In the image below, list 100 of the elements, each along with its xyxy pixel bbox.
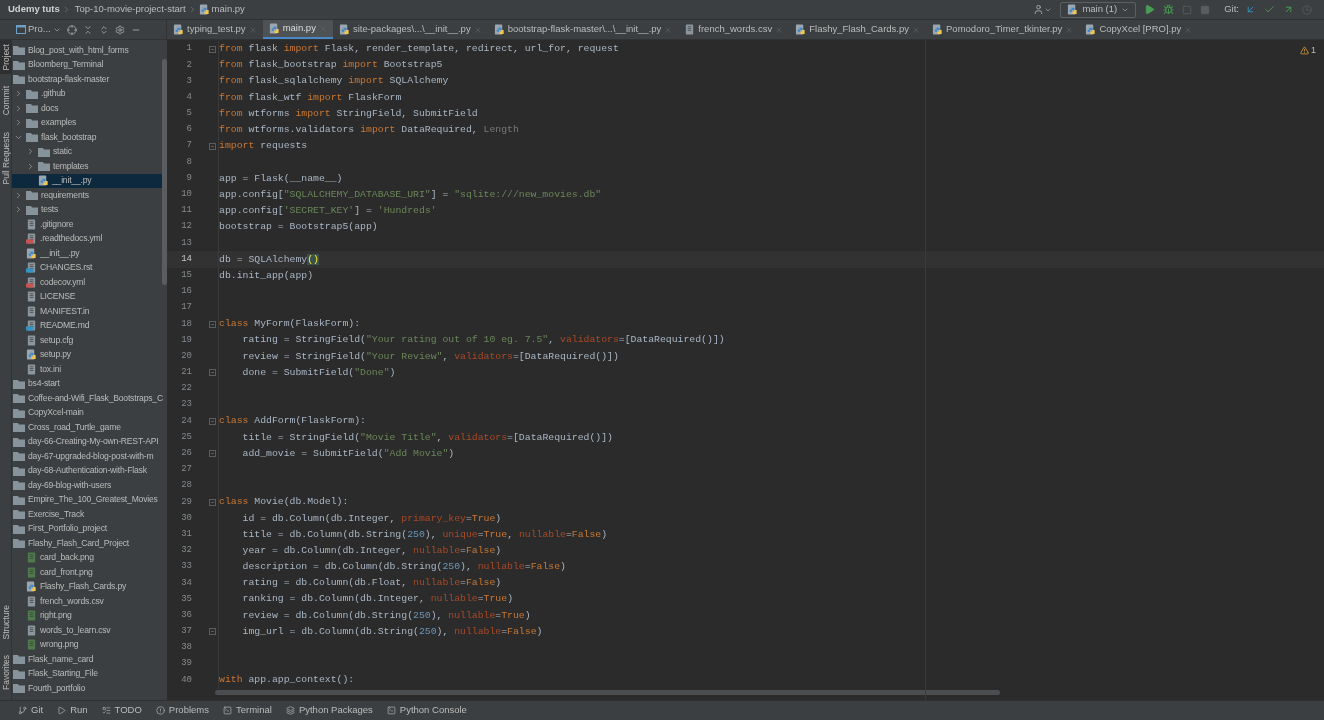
fold-marker-icon[interactable] xyxy=(209,320,216,328)
editor-tab[interactable]: Flashy_Flash_Cards.py xyxy=(789,20,927,39)
tree-item[interactable]: tox.ini xyxy=(12,362,162,377)
tool-window-button[interactable]: Python Console xyxy=(386,703,467,718)
tool-window-tab[interactable]: Structure xyxy=(0,600,12,644)
tree-item[interactable]: day-68-Authentication-with-Flask xyxy=(12,463,162,478)
run-configuration-dropdown[interactable]: main (1) xyxy=(1060,1,1137,18)
fold-marker-icon[interactable] xyxy=(209,369,216,377)
tree-item[interactable]: __init__.py xyxy=(12,246,162,261)
push-arrow-icon[interactable] xyxy=(1283,4,1294,15)
horizontal-scrollbar-thumb[interactable] xyxy=(215,689,1000,695)
tree-item[interactable]: french_words.csv xyxy=(12,594,162,609)
tree-item[interactable]: words_to_learn.csv xyxy=(12,623,162,638)
user-icon[interactable] xyxy=(1033,4,1045,15)
breadcrumb[interactable]: Top-10-movie-project-start xyxy=(74,2,186,17)
tree-item[interactable]: right.png xyxy=(12,608,162,623)
tool-window-button[interactable]: Run xyxy=(57,703,88,718)
editor-tab[interactable]: CopyXcel [PRO].py xyxy=(1079,20,1199,39)
warning-count[interactable]: 1 xyxy=(1311,44,1316,58)
tree-item[interactable]: tests xyxy=(12,202,162,217)
git-label: Git: xyxy=(1224,2,1239,17)
tree-item[interactable]: day-69-blog-with-users xyxy=(12,478,162,493)
tree-item[interactable]: Flashy_Flash_Card_Project xyxy=(12,536,162,551)
collapse-all-icon[interactable] xyxy=(82,24,93,35)
tree-item[interactable]: card_back.png xyxy=(12,550,162,565)
editor-tab[interactable]: Pomodoro_Timer_tkinter.py xyxy=(926,20,1080,39)
tool-window-button[interactable]: Python Packages xyxy=(285,703,373,718)
folder-icon xyxy=(13,668,25,679)
tree-item[interactable]: Coffee-and-Wifi_Flask_Bootstraps_C xyxy=(12,391,162,406)
tree-item[interactable]: README.md xyxy=(12,318,162,333)
tree-item[interactable]: flask_bootstrap xyxy=(12,130,162,145)
tree-item[interactable]: Cross_road_Turtle_game xyxy=(12,420,162,435)
tree-item[interactable]: requirements xyxy=(12,188,162,203)
tree-item[interactable]: .readthedocs.yml xyxy=(12,231,162,246)
expand-all-icon[interactable] xyxy=(98,24,109,35)
tree-item[interactable]: Empire_The_100_Greatest_Movies xyxy=(12,492,162,507)
line-number: 12 xyxy=(181,221,192,232)
tree-item[interactable]: wrong.png xyxy=(12,637,162,652)
tree-item[interactable]: LICENSE xyxy=(12,289,162,304)
tree-item[interactable]: codecov.yml xyxy=(12,275,162,290)
tool-window-tab[interactable]: Pull Requests xyxy=(0,127,12,189)
breadcrumb[interactable]: Udemy tuts xyxy=(8,2,60,17)
scrollbar-thumb[interactable] xyxy=(162,59,167,285)
settings-icon[interactable] xyxy=(114,24,125,35)
tree-item[interactable]: day-66-Creating-My-own-REST-API xyxy=(12,434,162,449)
tree-item[interactable]: card_front.png xyxy=(12,565,162,580)
tree-item[interactable]: .github xyxy=(12,86,162,101)
editor-tab[interactable]: site-packages\...\__init__.py xyxy=(332,20,488,39)
tree-item[interactable]: templates xyxy=(12,159,162,174)
tree-item[interactable]: static xyxy=(12,144,162,159)
tool-window-tab[interactable]: Favorites xyxy=(0,651,12,694)
code-line: rating = StringField("Your rating out of 10 eg. 7.5", validators=[DataRequired()]) xyxy=(241,333,725,348)
tool-window-button[interactable]: Terminal xyxy=(223,703,272,718)
tree-item[interactable]: Flask_name_card xyxy=(12,652,162,667)
tree-item[interactable]: CopyXcel-main xyxy=(12,405,162,420)
fold-marker-icon[interactable] xyxy=(209,142,216,150)
debug-icon[interactable] xyxy=(1163,4,1175,15)
locate-icon[interactable] xyxy=(66,24,77,35)
tree-item[interactable]: .gitignore xyxy=(12,217,162,232)
tool-window-tab[interactable]: Commit xyxy=(0,82,12,120)
tree-item[interactable]: setup.py xyxy=(12,347,162,362)
breadcrumb[interactable]: main.py xyxy=(211,2,245,17)
tool-window-button[interactable]: Git xyxy=(18,703,44,718)
fold-marker-icon[interactable] xyxy=(209,628,216,636)
folder-icon xyxy=(13,538,25,549)
warning-icon[interactable] xyxy=(1300,46,1309,56)
tree-item[interactable]: day-67-upgraded-blog-post-with-m xyxy=(12,449,162,464)
tree-item[interactable]: Flask_Starting_File xyxy=(12,666,162,681)
python-file-icon xyxy=(1085,24,1097,35)
tree-item[interactable]: First_Portfolio_project xyxy=(12,521,162,536)
update-arrow-icon[interactable] xyxy=(1245,4,1256,15)
tree-item[interactable]: Bloomberg_Terminal xyxy=(12,57,162,72)
project-view-dropdown[interactable]: Pro... xyxy=(16,22,61,37)
fold-marker-icon[interactable] xyxy=(209,498,216,506)
tree-item[interactable]: setup.cfg xyxy=(12,333,162,348)
tree-item[interactable]: __init__.py xyxy=(12,173,162,188)
tool-window-button[interactable]: Problems xyxy=(155,703,209,718)
run-icon[interactable] xyxy=(1144,4,1156,15)
tool-window-tab[interactable]: Project xyxy=(0,40,12,75)
fold-marker-icon[interactable] xyxy=(209,417,216,425)
tree-item[interactable]: Fourth_portfolio xyxy=(12,681,162,696)
tree-item[interactable]: Flashy_Flash_Cards.py xyxy=(12,579,162,594)
editor-tab[interactable]: typing_test.py xyxy=(167,20,263,39)
editor-tab[interactable]: main.py xyxy=(262,20,333,39)
editor-tab[interactable]: bootstrap-flask-master\...\__init__.py xyxy=(487,20,679,39)
fold-marker-icon[interactable] xyxy=(209,450,216,458)
tree-item[interactable]: bs4-start xyxy=(12,376,162,391)
tree-item[interactable]: MANIFEST.in xyxy=(12,304,162,319)
tree-item[interactable]: CHANGES.rst xyxy=(12,260,162,275)
stop-icon[interactable] xyxy=(1200,4,1211,15)
tree-item[interactable]: Blog_post_with_html_forms xyxy=(12,43,162,58)
tool-window-button[interactable]: TODO xyxy=(101,703,142,718)
tree-item[interactable]: Exercise_Track xyxy=(12,507,162,522)
tree-item[interactable]: examples xyxy=(12,115,162,130)
editor-tab[interactable]: french_words.csv xyxy=(678,20,790,39)
tree-item[interactable]: docs xyxy=(12,101,162,116)
tree-item[interactable]: bootstrap-flask-master xyxy=(12,72,162,87)
commit-check-icon[interactable] xyxy=(1264,4,1275,15)
close-icon[interactable] xyxy=(248,25,257,34)
fold-marker-icon[interactable] xyxy=(209,45,216,53)
